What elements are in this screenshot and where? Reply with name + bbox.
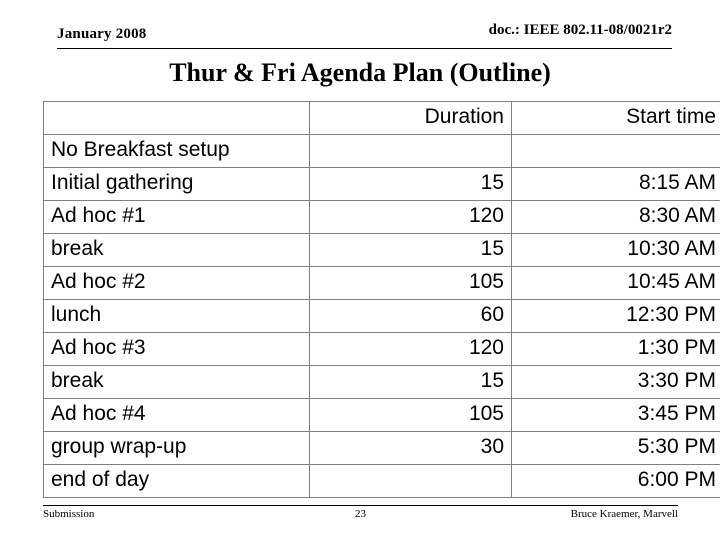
table-row: end of day 6:00 PM [43, 464, 720, 498]
cell-task: Ad hoc #4 [43, 398, 310, 432]
cell-task: Ad hoc #3 [43, 332, 310, 366]
table-row: Ad hoc #1 120 8:30 AM [43, 200, 720, 234]
header-divider [57, 48, 672, 49]
cell-duration: 15 [309, 365, 512, 399]
slide-header: January 2008 doc.: IEEE 802.11-08/0021r2 [57, 22, 672, 52]
cell-duration [309, 464, 512, 498]
header-date: January 2008 [57, 26, 147, 42]
cell-start-time: 8:30 AM [511, 200, 720, 234]
cell-start-time: 3:30 PM [511, 365, 720, 399]
cell-duration: 120 [309, 332, 512, 366]
table-row: Ad hoc #4 105 3:45 PM [43, 398, 720, 432]
table-row: Ad hoc #2 105 10:45 AM [43, 266, 720, 300]
footer-divider [43, 505, 678, 506]
cell-start-time: 10:45 AM [511, 266, 720, 300]
table-row: lunch 60 12:30 PM [43, 299, 720, 333]
cell-start-time: 6:00 PM [511, 464, 720, 498]
table-header-row: Duration Start time [43, 101, 720, 135]
footer-author: Bruce Kraemer, Marvell [570, 508, 678, 520]
table-row: break 15 3:30 PM [43, 365, 720, 399]
agenda-table: Duration Start time No Breakfast setup I… [43, 101, 720, 498]
cell-duration: 15 [309, 233, 512, 267]
cell-task: break [43, 233, 310, 267]
cell-task: No Breakfast setup [43, 134, 310, 168]
column-header-task [43, 101, 310, 135]
cell-task: Initial gathering [43, 167, 310, 201]
column-header-duration: Duration [309, 101, 512, 135]
cell-start-time: 10:30 AM [511, 233, 720, 267]
cell-task: Ad hoc #2 [43, 266, 310, 300]
table-row: group wrap-up 30 5:30 PM [43, 431, 720, 465]
table-row: No Breakfast setup [43, 134, 720, 168]
column-header-start-time: Start time [511, 101, 720, 135]
cell-start-time: 12:30 PM [511, 299, 720, 333]
cell-task: lunch [43, 299, 310, 333]
table-row: break 15 10:30 AM [43, 233, 720, 267]
cell-duration: 105 [309, 398, 512, 432]
slide-footer: Submission 23 Bruce Kraemer, Marvell [43, 508, 678, 528]
cell-duration: 120 [309, 200, 512, 234]
cell-task: Ad hoc #1 [43, 200, 310, 234]
cell-task: end of day [43, 464, 310, 498]
cell-start-time: 8:15 AM [511, 167, 720, 201]
header-document-number: doc.: IEEE 802.11-08/0021r2 [488, 22, 672, 38]
cell-start-time [511, 134, 720, 168]
cell-duration: 30 [309, 431, 512, 465]
cell-start-time: 1:30 PM [511, 332, 720, 366]
cell-duration [309, 134, 512, 168]
cell-start-time: 3:45 PM [511, 398, 720, 432]
cell-duration: 105 [309, 266, 512, 300]
cell-duration: 60 [309, 299, 512, 333]
cell-duration: 15 [309, 167, 512, 201]
cell-start-time: 5:30 PM [511, 431, 720, 465]
cell-task: group wrap-up [43, 431, 310, 465]
page-title: Thur & Fri Agenda Plan (Outline) [169, 58, 551, 87]
table-row: Ad hoc #3 120 1:30 PM [43, 332, 720, 366]
cell-task: break [43, 365, 310, 399]
table-row: Initial gathering 15 8:15 AM [43, 167, 720, 201]
slide: January 2008 doc.: IEEE 802.11-08/0021r2… [0, 0, 720, 540]
